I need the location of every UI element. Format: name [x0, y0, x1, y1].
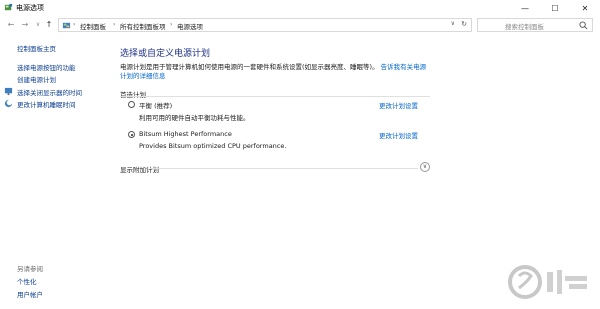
- sidebar-item-sleep-time[interactable]: 更改计算机睡眠时间: [17, 99, 76, 109]
- search-icon[interactable]: [579, 21, 588, 30]
- breadcrumb-separator: ›: [170, 21, 173, 28]
- page-title: 选择或自定义电源计划: [120, 49, 211, 59]
- page-description: 电源计划是用于管理计算机如何使用电源的一套硬件和系统设置(如显示器亮度、睡眠等)…: [120, 63, 430, 81]
- breadcrumb-power-options[interactable]: 电源选项: [177, 21, 203, 31]
- search-placeholder: 搜索控制面板: [505, 23, 544, 31]
- plan-radio-bitsum[interactable]: [128, 131, 135, 138]
- recent-locations-chevron-icon[interactable]: ∨: [33, 19, 43, 31]
- change-plan-settings-balanced[interactable]: 更改计划设置: [379, 100, 418, 110]
- control-panel-icon: [62, 22, 71, 29]
- sidebar-item-personalization[interactable]: 个性化: [17, 276, 37, 286]
- show-additional-plans-label[interactable]: 显示附加计划: [120, 164, 159, 174]
- breadcrumb-separator: ›: [73, 21, 76, 28]
- back-button[interactable]: ←: [6, 19, 16, 31]
- see-also-heading: 另请参阅: [17, 265, 43, 273]
- sidebar-item-control-panel-home[interactable]: 控制面板主页: [17, 43, 56, 53]
- sleep-shield-icon: [4, 99, 13, 108]
- description-text: 电源计划是用于管理计算机如何使用电源的一套硬件和系统设置(如显示器亮度、睡眠等)…: [120, 63, 379, 71]
- window-title: 电源选项: [16, 4, 44, 12]
- address-bar[interactable]: › 控制面板 › 所有控制面板项 › 电源选项 ∨ ↻: [58, 18, 472, 32]
- breadcrumb-control-panel[interactable]: 控制面板: [80, 21, 106, 31]
- plan-description-bitsum: Provides Bitsum optimized CPU performanc…: [139, 142, 287, 150]
- refresh-icon[interactable]: ↻: [461, 20, 467, 28]
- address-dropdown-icon[interactable]: ∨: [451, 20, 455, 27]
- left-pane: 控制面板主页 选择电源按钮的功能 创建电源计划 选择关闭显示器的时间 更改计算机…: [0, 34, 108, 309]
- preferred-plans-heading: 首选计划: [120, 91, 146, 99]
- change-plan-settings-bitsum[interactable]: 更改计划设置: [379, 130, 418, 140]
- search-input[interactable]: 搜索控制面板: [477, 18, 593, 32]
- sidebar-item-create-power-plan[interactable]: 创建电源计划: [17, 74, 56, 84]
- sidebar-item-user-accounts[interactable]: 用户帐户: [17, 289, 43, 299]
- close-button[interactable]: ✕: [570, 0, 600, 16]
- sidebar-item-power-button-function[interactable]: 选择电源按钮的功能: [17, 62, 76, 72]
- plan-name-bitsum[interactable]: Bitsum Highest Performance: [139, 130, 232, 138]
- maximize-button[interactable]: ☐: [540, 0, 570, 16]
- plan-radio-balanced[interactable]: [128, 101, 135, 108]
- section-divider: [120, 96, 430, 97]
- additional-plans-divider: [150, 168, 418, 169]
- display-shield-icon: [4, 87, 13, 96]
- address-row: ← → ∨ ↑ › 控制面板 › 所有控制面板项 › 电源选项 ∨ ↻ 搜索控制…: [0, 16, 600, 34]
- breadcrumb-separator: ›: [113, 21, 116, 28]
- up-button[interactable]: ↑: [44, 19, 54, 31]
- minimize-button[interactable]: —: [510, 0, 540, 16]
- watermark-logo: [508, 265, 587, 299]
- expand-chevron-icon[interactable]: ∨: [420, 162, 430, 172]
- sidebar-item-display-off-time[interactable]: 选择关闭显示器的时间: [17, 87, 82, 97]
- breadcrumb-all-items[interactable]: 所有控制面板项: [120, 21, 166, 31]
- forward-button[interactable]: →: [20, 19, 30, 31]
- title-bar: 电源选项 — ☐ ✕: [0, 0, 600, 16]
- power-options-icon: [4, 3, 13, 11]
- plan-description-balanced: 利用可用的硬件自动平衡功耗与性能。: [139, 114, 250, 122]
- plan-name-balanced[interactable]: 平衡 (推荐): [139, 100, 172, 110]
